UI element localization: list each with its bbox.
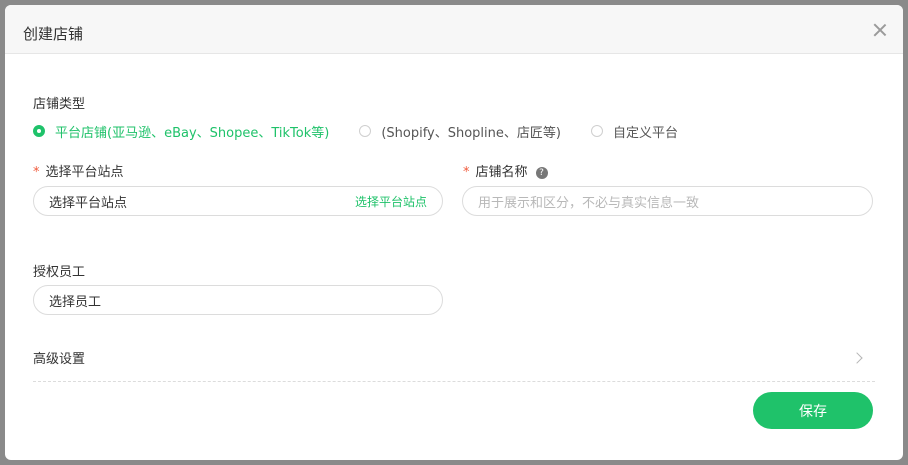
site-select-value: 选择平台站点 (49, 195, 128, 211)
radio-label: 自定义平台 (612, 125, 678, 141)
radio-unchecked-icon (590, 125, 603, 137)
select-site-link[interactable]: 选择平台站点 (355, 193, 442, 210)
radio-label: 平台店铺(亚马逊、eBay、Shopee、TikTok等) (55, 125, 330, 141)
employees-label: 授权员工 (33, 265, 86, 280)
radio-checked-icon (33, 125, 45, 137)
store-name-placeholder: 用于展示和区分，不必与真实信息一致 (478, 195, 700, 211)
site-label: * 选择平台站点 (33, 161, 124, 180)
radio-platform-store[interactable]: 平台店铺(亚马逊、eBay、Shopee、TikTok等) (33, 122, 329, 141)
radio-independent-store[interactable]: (Shopify、Shopline、店匠等) (359, 122, 561, 141)
help-icon[interactable]: ? (535, 167, 548, 179)
save-button[interactable]: 保存 (753, 392, 873, 429)
advanced-settings-toggle[interactable]: 高级设置 (33, 348, 85, 367)
store-name-label-text: 店铺名称 (475, 165, 528, 180)
dialog-header: 创建店铺 (5, 5, 903, 54)
radio-label: (Shopify、Shopline、店匠等) (381, 125, 561, 141)
store-type-radio-group: 平台店铺(亚马逊、eBay、Shopee、TikTok等) (Shopify、S… (33, 121, 708, 141)
divider (33, 381, 875, 382)
radio-unchecked-icon (359, 125, 372, 137)
create-store-dialog: 创建店铺 店铺类型 平台店铺(亚马逊、eBay、Shopee、TikTok等) … (5, 5, 903, 460)
site-label-text: 选择平台站点 (45, 165, 124, 180)
required-asterisk: * (33, 165, 40, 180)
dialog-title: 创建店铺 (23, 25, 84, 43)
radio-custom-platform[interactable]: 自定义平台 (590, 122, 678, 141)
required-asterisk: * (463, 165, 470, 180)
store-name-label: * 店铺名称? (463, 161, 548, 180)
store-type-label: 店铺类型 (33, 97, 86, 112)
close-icon[interactable] (873, 23, 887, 37)
employee-select-value: 选择员工 (49, 294, 102, 310)
store-name-input[interactable]: 用于展示和区分，不必与真实信息一致 (462, 186, 873, 216)
chevron-right-icon[interactable] (851, 352, 863, 364)
site-select[interactable]: 选择平台站点 选择平台站点 (33, 186, 443, 216)
employee-select[interactable]: 选择员工 (33, 285, 443, 315)
